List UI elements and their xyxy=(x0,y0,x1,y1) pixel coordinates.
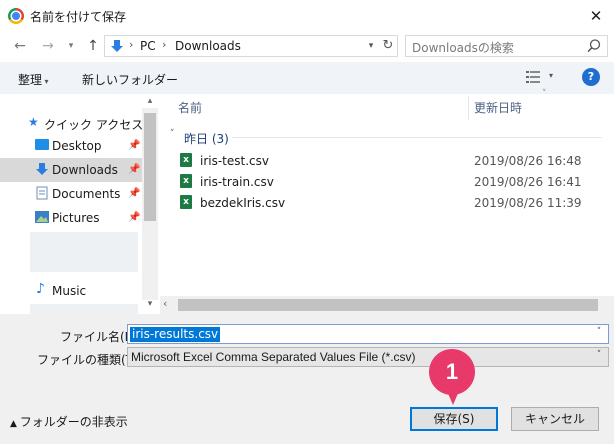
organize-button[interactable]: 整理 ▾ xyxy=(18,71,49,88)
forward-arrow-icon[interactable]: → xyxy=(38,36,58,56)
group-divider xyxy=(232,137,602,138)
address-dropdown-icon[interactable]: ▾ xyxy=(364,36,378,56)
column-header-date[interactable]: 更新日時 xyxy=(474,99,522,116)
excel-file-icon: x xyxy=(180,153,192,167)
blurred-item xyxy=(30,232,138,272)
quick-access-label[interactable]: クイック アクセス xyxy=(44,116,143,133)
window-title: 名前を付けて保存 xyxy=(30,10,127,24)
save-button[interactable]: 保存(S) xyxy=(410,407,498,431)
column-divider[interactable] xyxy=(468,96,469,120)
star-icon: ★ xyxy=(28,115,39,129)
blurred-item xyxy=(30,304,138,314)
help-icon[interactable]: ? xyxy=(582,68,600,86)
downloads-folder-icon xyxy=(36,163,48,175)
breadcrumb-pc[interactable]: PC xyxy=(140,39,156,53)
close-icon[interactable]: ✕ xyxy=(584,4,608,28)
file-name: iris-test.csv xyxy=(200,154,269,168)
pin-icon[interactable]: 📌 xyxy=(128,188,140,199)
recent-dropdown-icon[interactable]: ▾ xyxy=(64,36,78,56)
scroll-up-icon[interactable]: ▴ xyxy=(142,96,158,106)
search-placeholder: Downloadsの検索 xyxy=(412,41,514,55)
sidebar-item-label: Pictures xyxy=(52,211,100,225)
file-date: 2019/08/26 16:48 xyxy=(474,154,582,168)
music-icon: ♪ xyxy=(36,281,45,297)
refresh-icon[interactable]: ↻ xyxy=(380,36,396,56)
excel-file-icon: x xyxy=(180,174,192,188)
filename-value[interactable]: iris-results.csv xyxy=(130,327,221,342)
sort-chevron-icon: ˅ xyxy=(542,89,547,99)
group-header[interactable]: 昨日 (3) xyxy=(184,130,229,147)
nav-scrollbar-thumb[interactable] xyxy=(144,113,156,221)
pin-icon[interactable]: 📌 xyxy=(128,164,140,175)
scroll-left-icon[interactable]: ‹ xyxy=(163,297,167,310)
file-name: bezdekIris.csv xyxy=(200,196,286,210)
chevron-right-icon[interactable]: › xyxy=(162,38,166,51)
up-arrow-icon[interactable]: ↑ xyxy=(84,36,102,56)
pin-icon[interactable]: 📌 xyxy=(128,212,140,223)
filename-dropdown-icon[interactable]: ˅ xyxy=(592,327,606,337)
desktop-folder-icon xyxy=(35,139,49,150)
chrome-icon xyxy=(8,8,24,24)
file-date: 2019/08/26 16:41 xyxy=(474,175,582,189)
chevron-right-icon[interactable]: › xyxy=(129,38,133,51)
hide-folders-label: フォルダーの非表示 xyxy=(19,415,128,429)
pictures-folder-icon xyxy=(35,211,49,223)
sidebar-item-label: Desktop xyxy=(52,139,102,153)
view-options-icon[interactable] xyxy=(526,71,540,83)
back-arrow-icon[interactable]: ← xyxy=(10,36,30,56)
scroll-down-icon[interactable]: ▾ xyxy=(142,299,158,309)
cancel-button[interactable]: キャンセル xyxy=(511,407,599,431)
sidebar-item-music[interactable]: Music xyxy=(52,284,86,298)
downloads-arrow-icon xyxy=(111,40,123,52)
horizontal-scrollbar-thumb[interactable] xyxy=(178,299,598,311)
documents-folder-icon xyxy=(36,186,48,200)
sidebar-item-label: Documents xyxy=(52,187,121,201)
column-header-name[interactable]: 名前 xyxy=(178,99,202,116)
pin-icon[interactable]: 📌 xyxy=(128,140,140,151)
excel-file-icon: x xyxy=(180,195,192,209)
chevron-up-icon: ▲ xyxy=(10,419,20,429)
search-icon[interactable] xyxy=(586,38,602,54)
breadcrumb-downloads[interactable]: Downloads xyxy=(175,39,241,53)
filetype-value: Microsoft Excel Comma Separated Values F… xyxy=(131,350,416,364)
collapse-group-icon[interactable]: ˅ xyxy=(170,129,175,139)
hide-folders-toggle[interactable]: ▲ フォルダーの非表示 xyxy=(10,413,128,430)
filetype-dropdown-icon[interactable]: ˅ xyxy=(592,350,606,360)
file-date: 2019/08/26 11:39 xyxy=(474,196,582,210)
view-dropdown-icon[interactable]: ▾ xyxy=(549,71,553,80)
new-folder-button[interactable]: 新しいフォルダー xyxy=(82,71,178,88)
file-name: iris-train.csv xyxy=(200,175,274,189)
step-callout-badge: 1 xyxy=(429,349,475,395)
sidebar-item-label: Downloads xyxy=(52,163,118,177)
organize-label: 整理 xyxy=(18,73,43,87)
